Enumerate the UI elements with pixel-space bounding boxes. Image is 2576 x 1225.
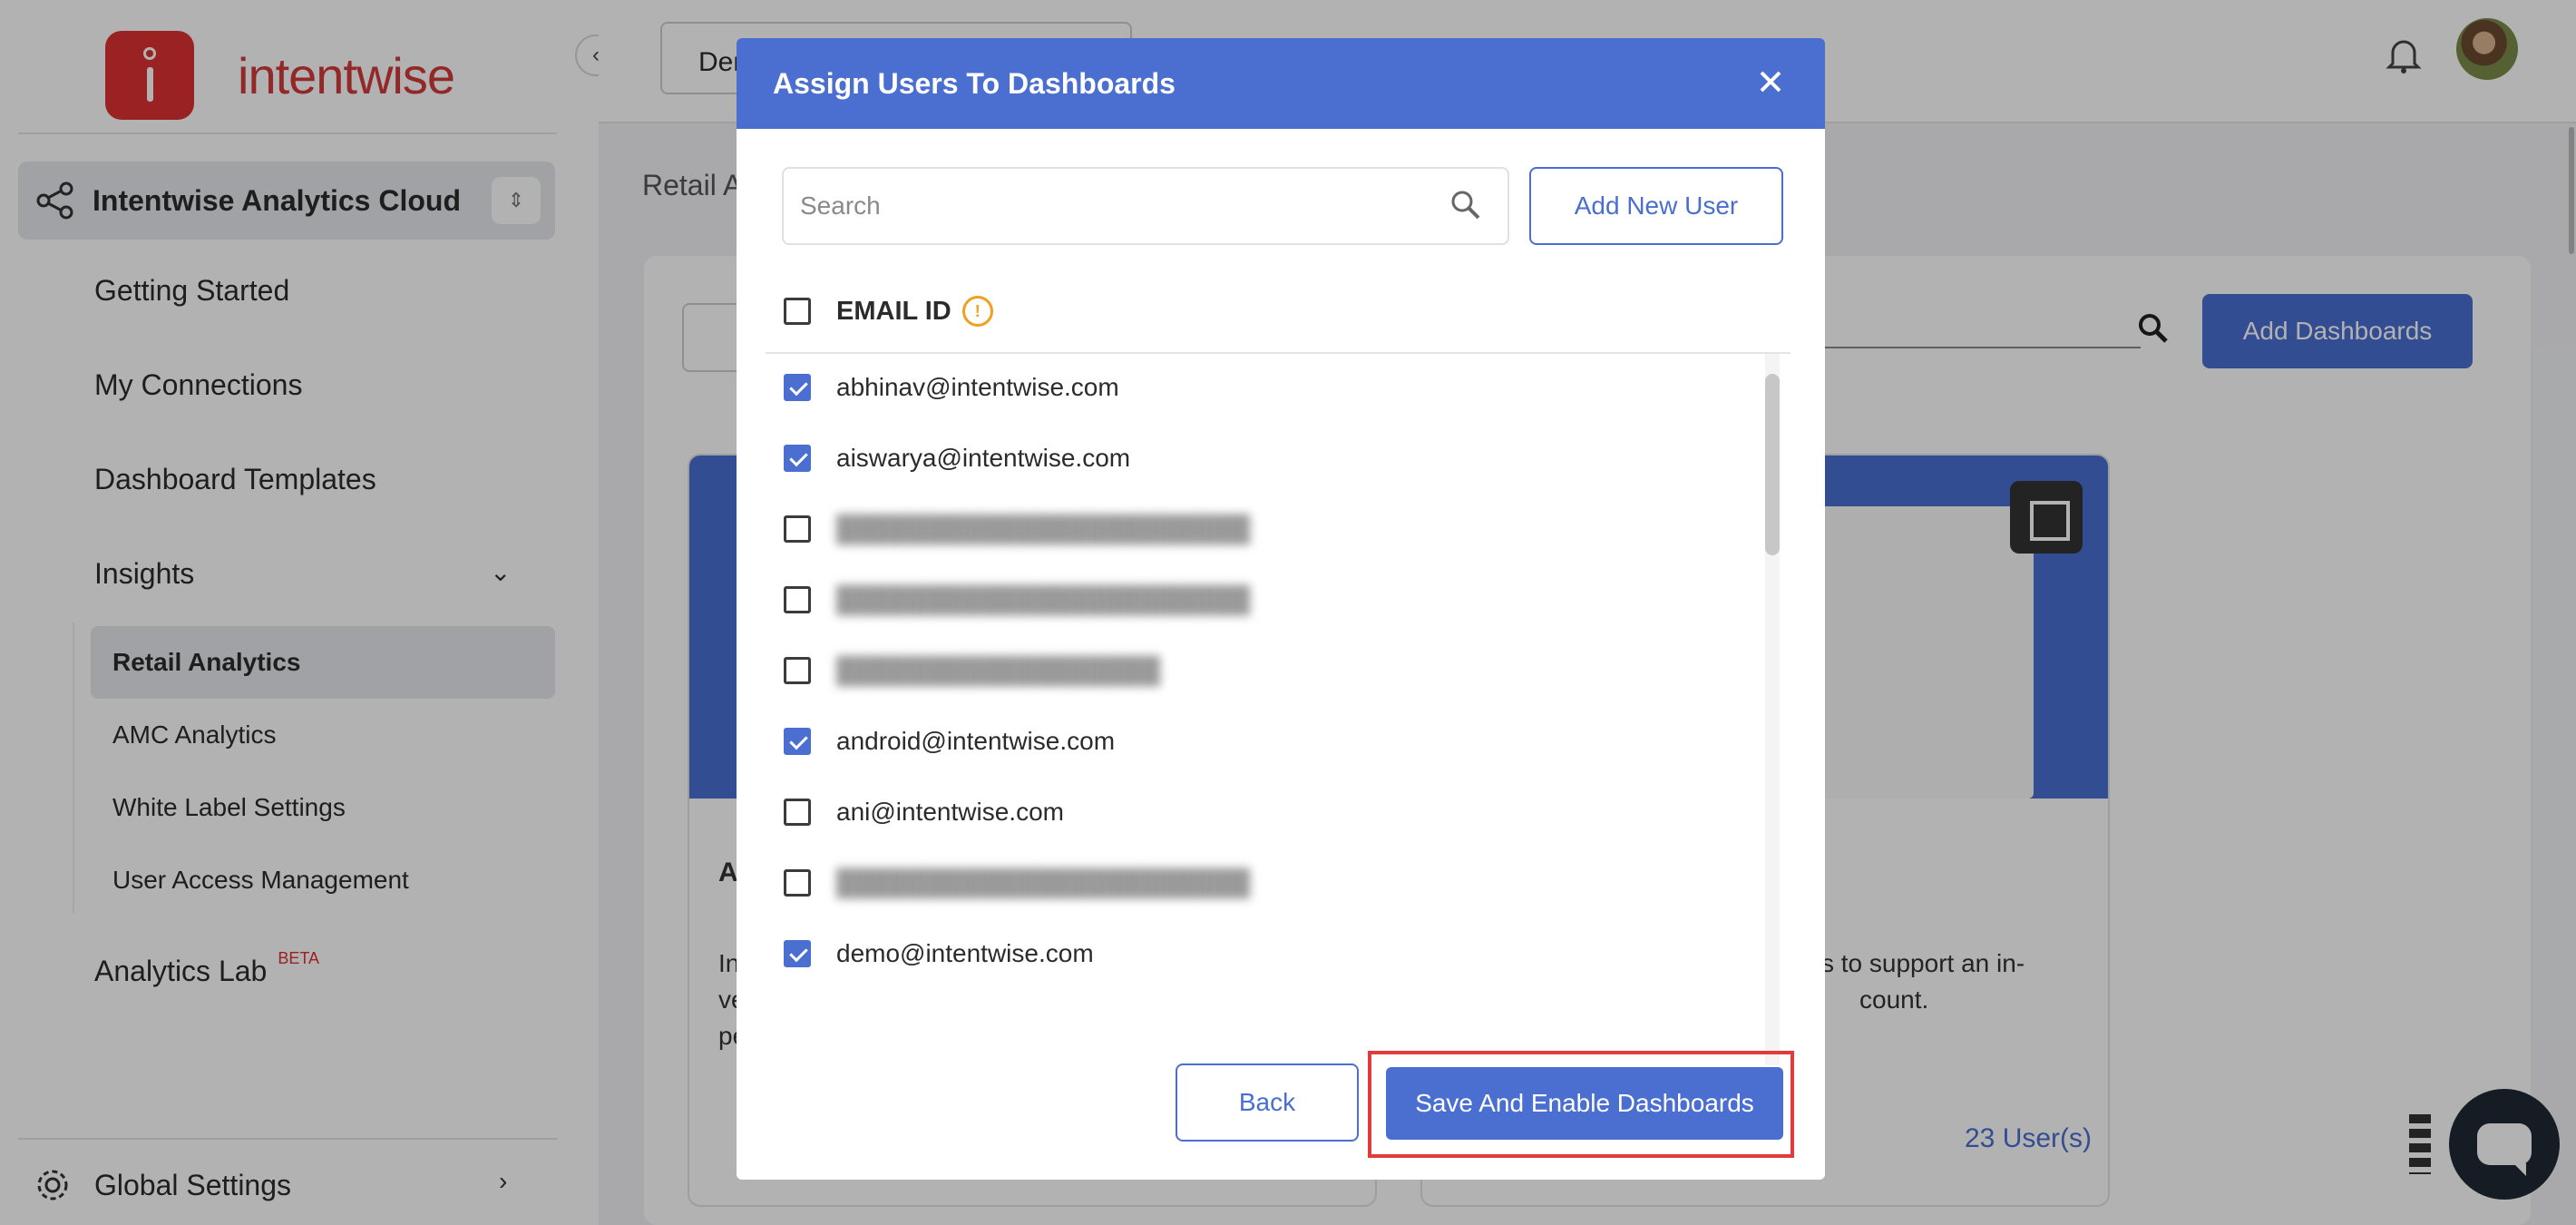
user-checkbox[interactable]: [784, 799, 811, 826]
user-search-box: [782, 167, 1509, 245]
list-item[interactable]: abhinav@intentwise.com: [784, 365, 1119, 410]
list-item[interactable]: android@intentwise.com: [784, 719, 1115, 764]
select-all-checkbox[interactable]: [784, 298, 811, 325]
user-checkbox[interactable]: [784, 869, 811, 897]
assign-users-modal: Assign Users To Dashboards Add New User …: [737, 38, 1825, 1180]
user-email: ani@intentwise.com: [836, 798, 1064, 826]
user-list: abhinav@intentwise.com aiswarya@intentwi…: [766, 354, 1791, 1067]
list-item[interactable]: ███████████████████████: [784, 860, 1250, 906]
user-email: android@intentwise.com: [836, 727, 1116, 755]
modal-header: Assign Users To Dashboards: [737, 38, 1825, 129]
user-email: abhinav@intentwise.com: [836, 373, 1119, 401]
close-icon[interactable]: [1752, 64, 1789, 100]
back-button[interactable]: Back: [1176, 1063, 1359, 1142]
user-checkbox[interactable]: [784, 657, 811, 684]
list-item[interactable]: ani@intentwise.com: [784, 789, 1064, 835]
user-checkbox[interactable]: [784, 374, 811, 401]
user-email-redacted: ███████████████████████: [836, 868, 1251, 897]
list-item[interactable]: aiswarya@intentwise.com: [784, 436, 1130, 481]
list-item[interactable]: demo@intentwise.com: [784, 931, 1094, 976]
info-icon[interactable]: !: [961, 296, 993, 327]
search-input[interactable]: [800, 171, 1435, 241]
modal-title: Assign Users To Dashboards: [773, 67, 1176, 100]
list-item[interactable]: ███████████████████████: [784, 577, 1250, 622]
user-checkbox[interactable]: [784, 586, 811, 613]
list-item[interactable]: ███████████████████████: [784, 506, 1250, 552]
user-checkbox[interactable]: [784, 940, 811, 967]
user-email: demo@intentwise.com: [836, 939, 1094, 967]
user-checkbox[interactable]: [784, 515, 811, 543]
user-email: aiswarya@intentwise.com: [836, 444, 1131, 472]
search-icon[interactable]: [1449, 189, 1482, 221]
email-column-header: EMAIL ID: [836, 296, 951, 326]
user-checkbox[interactable]: [784, 728, 811, 755]
user-email-redacted: ██████████████████: [836, 656, 1161, 684]
add-new-user-button[interactable]: Add New User: [1529, 167, 1783, 245]
user-email-redacted: ███████████████████████: [836, 585, 1251, 613]
user-checkbox[interactable]: [784, 445, 811, 472]
email-header-row: EMAIL ID !: [784, 296, 993, 327]
list-item[interactable]: ██████████████████: [784, 648, 1160, 693]
annotation-highlight-box: [1368, 1051, 1794, 1158]
list-scrollbar-thumb[interactable]: [1765, 374, 1780, 555]
user-email-redacted: ███████████████████████: [836, 514, 1251, 543]
